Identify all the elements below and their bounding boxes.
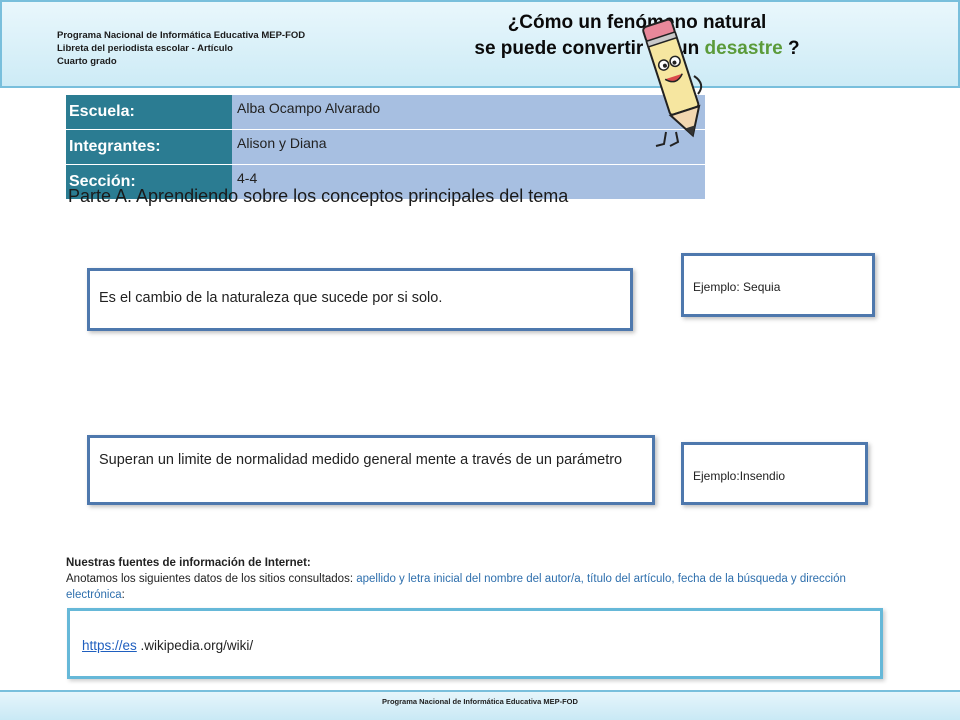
table-row: Escuela: Alba Ocampo Alvarado [66,95,705,130]
source-link-rest: .wikipedia.org/wiki/ [136,638,254,653]
pencil-mascot-icon [642,18,703,147]
student-info-table: Escuela: Alba Ocampo Alvarado Integrante… [66,95,705,200]
grade-level: Cuarto grado [57,56,117,67]
members-value: Alison y Diana [232,129,705,165]
notebook-name: Libreta del periodista escolar - Artícul… [57,43,233,54]
definition-box-1: Es el cambio de la naturaleza que sucede… [87,268,633,331]
sources-instructions: Anotamos los siguientes datos de los sit… [66,571,866,603]
program-info: Programa Nacional de Informática Educati… [57,29,305,68]
source-link-box: https://es .wikipedia.org/wiki/ [67,608,883,679]
sources-colon: : [121,589,125,601]
program-name: Programa Nacional de Informática Educati… [57,30,306,41]
sources-title: Nuestras fuentes de información de Inter… [66,557,311,569]
footer-band: Programa Nacional de Informática Educati… [0,690,960,720]
members-label: Integrantes: [66,129,232,165]
school-label: Escuela: [66,95,232,130]
sources-intro: Anotamos los siguientes datos de los sit… [66,573,357,585]
school-value: Alba Ocampo Alvarado [232,95,705,130]
title-line-2-suffix: ? [782,38,800,59]
example-box-2: Ejemplo:Insendio [681,442,868,505]
header-band: Programa Nacional de Informática Educati… [0,0,960,88]
title-accent-word: desastre [704,38,783,59]
source-link[interactable]: https://es [82,638,137,653]
table-row: Integrantes: Alison y Diana [66,129,705,165]
definition-box-2: Superan un limite de normalidad medido g… [87,435,655,505]
footer-text: Programa Nacional de Informática Educati… [382,697,578,706]
section-heading: Parte A. Aprendiendo sobre los conceptos… [68,186,569,206]
example-box-1: Ejemplo: Sequia [681,253,875,317]
sources-section: Nuestras fuentes de información de Inter… [66,555,866,603]
